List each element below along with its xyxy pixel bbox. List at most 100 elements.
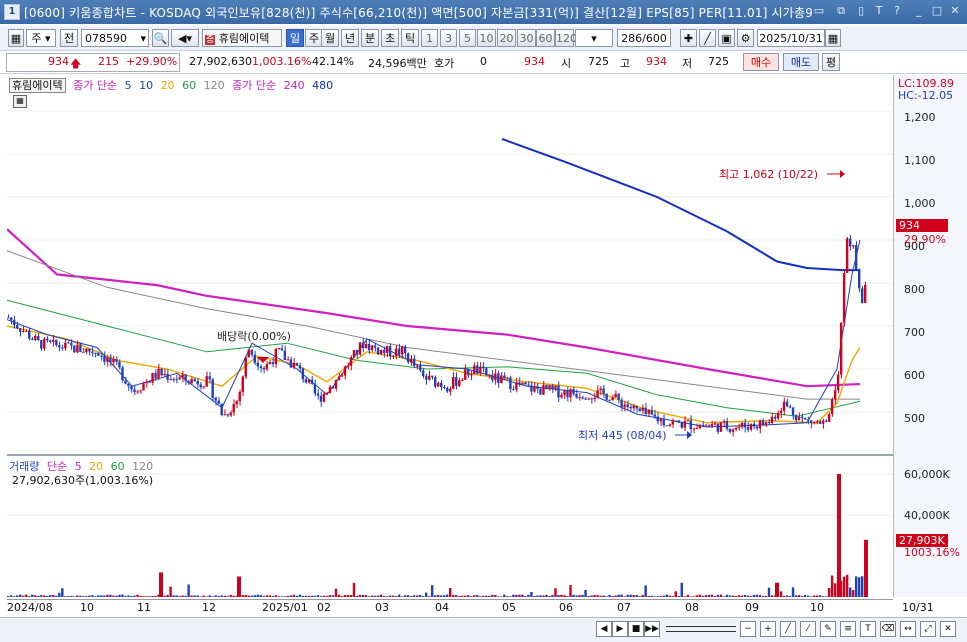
date-input[interactable]: 2025/10/31 — [757, 29, 825, 47]
candle-body — [433, 377, 437, 387]
draw-icon[interactable]: ✎ — [820, 621, 836, 637]
volume-bar — [94, 596, 97, 597]
line-tool-icon[interactable]: ╱ — [699, 29, 716, 47]
candle-body — [575, 394, 578, 398]
window-titlebar: 1 [0600] 키움종합차트 - KOSDAQ 외국인보유[828(천)] 주… — [0, 0, 967, 24]
chart-toolbar: ▦ 주 ▾ 전 078590 ▾ 🔍 ◀▾ 증 휴림에이텍 일 주 월년분초틱 135… — [0, 26, 967, 51]
date-tick: 10 — [80, 601, 94, 614]
buy-button[interactable]: 매수 — [743, 53, 779, 71]
candle-body — [391, 355, 395, 357]
volume-bar — [97, 595, 100, 597]
interval-tab-1[interactable]: 1 — [421, 29, 438, 47]
minimize-window-icon[interactable]: _ — [912, 4, 926, 18]
fit-icon[interactable]: ⤢ — [920, 621, 936, 637]
restore-icon[interactable]: ⧉ — [834, 4, 848, 18]
candle-body — [845, 238, 849, 273]
price-change-pct: +29.90% — [126, 55, 178, 68]
sound-icon[interactable]: ◀▾ — [171, 29, 199, 47]
period-tab-0[interactable]: 일 — [286, 29, 304, 47]
legend-ma120: 120 — [203, 79, 225, 92]
candle-body — [343, 366, 347, 376]
candle-body — [148, 381, 151, 383]
candle-body — [722, 421, 726, 423]
close-icon[interactable]: ✕ — [948, 4, 962, 18]
period-tab-4[interactable]: 분 — [361, 29, 379, 47]
stock-code-input[interactable]: 078590 ▾ — [81, 29, 149, 47]
volume-bar — [854, 576, 858, 597]
volume-bar — [641, 595, 644, 597]
period-tab-2[interactable]: 월 — [321, 29, 339, 47]
stock-chart[interactable]: 최고 1,062 (10/22) 최저 445 (08/04) 배당락(0.00%) — [7, 75, 893, 597]
volume-bar — [653, 596, 656, 597]
interval-tab-5[interactable]: 5 — [459, 29, 476, 47]
sell-button[interactable]: 매도 — [783, 53, 819, 71]
candle-body — [860, 288, 864, 303]
candle-body — [256, 362, 259, 367]
price-tick: 500 — [904, 412, 925, 425]
volume-bar — [749, 596, 753, 597]
prev-button[interactable]: 전 — [60, 29, 78, 47]
candle-body — [695, 428, 699, 430]
volume-bar — [518, 594, 521, 597]
gear-icon[interactable]: ⚙ — [737, 29, 754, 47]
candle-body — [190, 379, 193, 384]
period-tab-6[interactable]: 틱 — [401, 29, 419, 47]
volume-bar — [286, 595, 290, 597]
candle-body — [163, 373, 166, 376]
candle-body — [836, 374, 840, 391]
interval-input[interactable]: ▾ — [575, 29, 613, 47]
interval-tab-60[interactable]: 60 — [536, 29, 555, 47]
fast-forward-icon[interactable]: ▶▶ — [644, 621, 660, 637]
candle-body — [734, 427, 738, 430]
price-axis: LC:109.89 HC:-12.05 1,200 1,100 1,000 900 80… — [893, 75, 967, 597]
legend-ma-label2: 종가 단순 — [232, 79, 277, 92]
scroll-icon[interactable]: ↔ — [900, 621, 916, 637]
volume-bar — [268, 595, 272, 597]
table-icon[interactable]: ▦ — [13, 95, 27, 108]
help-icon[interactable]: ? — [890, 4, 904, 18]
period-tab-5[interactable]: 초 — [381, 29, 399, 47]
zoom-slider[interactable] — [666, 626, 736, 632]
interval-tab-30[interactable]: 30 — [517, 29, 536, 47]
line-icon[interactable]: ⁄ — [800, 621, 816, 637]
volume-bar — [656, 596, 659, 597]
interval-tab-20[interactable]: 20 — [497, 29, 516, 47]
zoom-out-icon[interactable]: − — [740, 621, 756, 637]
close-tools-icon[interactable]: ✕ — [940, 621, 956, 637]
text-icon[interactable]: T — [860, 621, 876, 637]
zoom-in-icon[interactable]: + — [760, 621, 776, 637]
maximize-icon[interactable]: □ — [930, 4, 944, 18]
type-select[interactable]: 주 ▾ — [26, 29, 56, 47]
crosshair-icon[interactable]: ✚ — [680, 29, 697, 47]
scroll-left-icon[interactable]: ◀ — [596, 621, 612, 637]
candle-body — [857, 269, 861, 289]
candle-body — [506, 377, 509, 379]
stop-icon[interactable]: ■ — [628, 621, 644, 637]
period-tab-3[interactable]: 년 — [341, 29, 359, 47]
volume-bar — [845, 574, 849, 597]
chart-settings-icon[interactable]: ▦ — [8, 29, 24, 47]
count-display[interactable]: 286/600 — [617, 29, 671, 47]
transparency-icon[interactable]: T — [872, 4, 886, 18]
volume-bar — [406, 595, 410, 597]
volume-bar — [788, 596, 792, 597]
trend-icon[interactable]: ╱ — [780, 621, 796, 637]
volume-bar — [184, 595, 187, 597]
volume-bar — [674, 591, 677, 597]
pin-icon[interactable]: ▯ — [854, 4, 868, 18]
scroll-right-icon[interactable]: ▶ — [612, 621, 628, 637]
fib-icon[interactable]: ≡ — [840, 621, 856, 637]
calendar-icon[interactable]: ▦ — [825, 29, 841, 47]
volume-bar — [31, 594, 34, 597]
interval-tab-3[interactable]: 3 — [440, 29, 457, 47]
minimize-icon[interactable]: ▭ — [812, 4, 826, 18]
erase-icon[interactable]: ⌫ — [880, 621, 896, 637]
save-icon[interactable]: ▣ — [718, 29, 735, 47]
interval-tab-120[interactable]: 120 — [555, 29, 577, 47]
search-icon[interactable]: 🔍 — [152, 29, 169, 47]
avg-button[interactable]: 평 — [822, 53, 840, 71]
volume-bar — [301, 595, 305, 597]
interval-tab-10[interactable]: 10 — [477, 29, 496, 47]
candle-body — [584, 398, 587, 400]
candle-body — [809, 420, 813, 424]
